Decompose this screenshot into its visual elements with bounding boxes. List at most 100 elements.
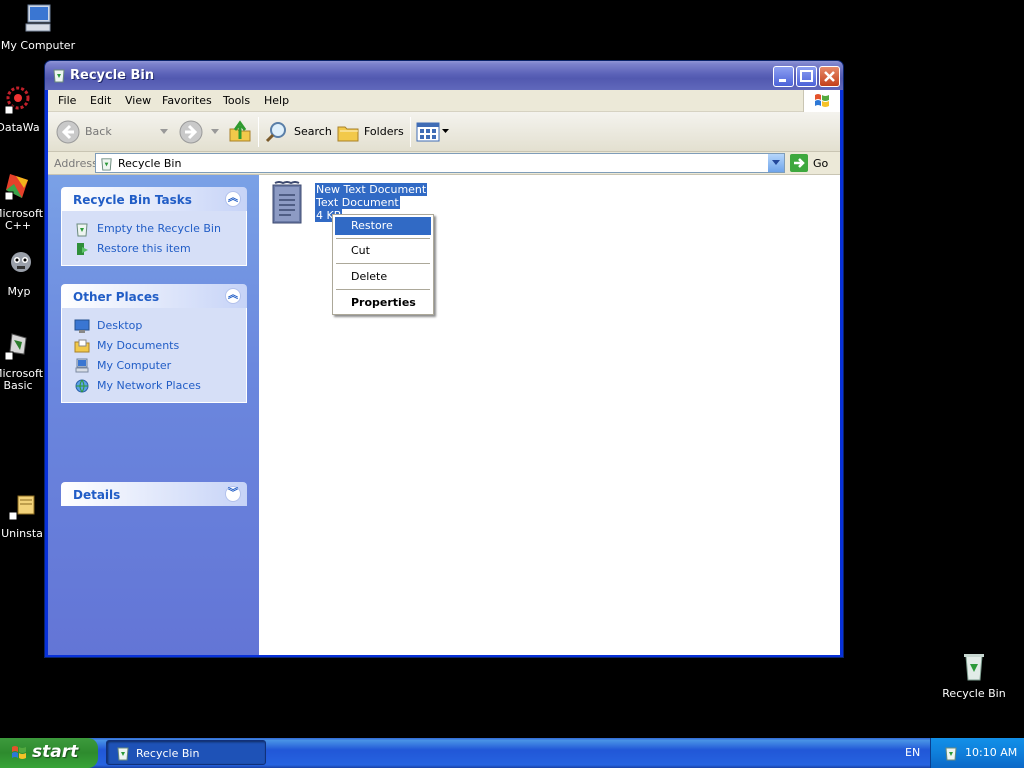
address-input[interactable]: Recycle Bin — [95, 153, 785, 173]
network-places-icon — [75, 379, 89, 393]
go-label: Go — [813, 157, 829, 170]
details-panel: Details ︾ — [61, 482, 247, 506]
panel-title: Recycle Bin Tasks — [73, 193, 192, 207]
forward-dropdown-icon[interactable] — [211, 129, 219, 135]
search-button[interactable]: Search — [264, 120, 332, 144]
language-indicator[interactable]: EN — [905, 746, 920, 759]
my-computer-link[interactable]: My Computer — [62, 356, 246, 376]
text-document-icon — [272, 181, 302, 224]
menu-favorites[interactable]: Favorites — [162, 94, 212, 107]
windows-logo-icon — [815, 94, 829, 107]
desktop-icon-my-computer[interactable]: My Computer — [0, 2, 76, 52]
my-network-places-link[interactable]: My Network Places — [62, 376, 246, 396]
taskbar: start Recycle Bin EN 10:10 AM — [0, 738, 1024, 768]
menu-separator — [336, 263, 430, 264]
context-properties[interactable]: Properties — [335, 294, 431, 312]
recycle-bin-window: Recycle Bin File Edit View Favorites Too… — [44, 60, 844, 658]
task-pane: Recycle Bin Tasks ︽ Empty the Recycle Bi… — [48, 175, 259, 655]
chevron-up-icon[interactable]: ︽ — [225, 288, 241, 304]
menu-file[interactable]: File — [58, 94, 76, 107]
forward-arrow-icon — [179, 120, 203, 144]
context-delete[interactable]: Delete — [335, 268, 431, 286]
folders-label: Folders — [364, 125, 404, 138]
empty-recycle-bin-link[interactable]: Empty the Recycle Bin — [62, 219, 246, 239]
folders-button[interactable]: Folders — [336, 120, 406, 144]
menu-tools[interactable]: Tools — [223, 94, 250, 107]
restore-icon — [77, 243, 88, 255]
my-documents-link[interactable]: My Documents — [62, 336, 246, 356]
minimize-icon — [779, 79, 786, 82]
panel-body: Desktop My Documents My Computer My Netw… — [61, 308, 247, 403]
desktop: My Computer DataWa Microsoft C++ Myp — [0, 0, 1024, 768]
menu-separator — [336, 238, 430, 239]
desktop-icon-visual-cpp[interactable]: Microsoft C++ — [0, 170, 46, 232]
taskbar-item-recycle-bin[interactable]: Recycle Bin — [106, 740, 266, 765]
restore-item-link[interactable]: Restore this item — [62, 239, 246, 259]
panel-header[interactable]: Other Places ︽ — [61, 284, 247, 308]
desktop-icon-label: My Computer — [0, 40, 76, 52]
address-dropdown-button[interactable] — [767, 154, 784, 172]
desktop-link[interactable]: Desktop — [62, 316, 246, 336]
desktop-icon-datawa[interactable]: DataWa — [0, 84, 46, 134]
context-cut[interactable]: Cut — [335, 242, 431, 260]
minimize-button[interactable] — [773, 66, 794, 87]
close-button[interactable] — [819, 66, 840, 87]
taskbar-item-label: Recycle Bin — [136, 747, 200, 760]
forward-button[interactable] — [179, 120, 205, 144]
up-folder-icon — [229, 120, 251, 142]
desktop-icon-visual-basic[interactable]: Microsoft Basic — [0, 330, 46, 392]
maximize-button[interactable] — [796, 66, 817, 87]
recycle-bin-icon — [117, 747, 129, 761]
back-dropdown-icon[interactable] — [160, 129, 168, 135]
windows-logo-box — [803, 90, 840, 112]
windows-logo-icon — [12, 746, 26, 759]
recycle-bin-icon — [53, 69, 65, 83]
chevron-up-icon[interactable]: ︽ — [225, 191, 241, 207]
desktop-icon-label: Uninsta — [1, 528, 43, 540]
chevron-down-icon — [772, 160, 780, 165]
desktop-icon — [74, 319, 90, 333]
panel-header[interactable]: Recycle Bin Tasks ︽ — [61, 187, 247, 211]
link-label: Empty the Recycle Bin — [97, 222, 221, 235]
title-bar[interactable]: Recycle Bin — [45, 61, 843, 90]
recycle-bin-tasks-panel: Recycle Bin Tasks ︽ Empty the Recycle Bi… — [61, 187, 247, 266]
desktop-icon-recycle-bin[interactable]: Recycle Bin — [936, 650, 1012, 700]
link-label: Desktop — [97, 319, 143, 332]
toolbar-separator — [258, 117, 259, 147]
context-restore[interactable]: Restore — [335, 217, 431, 235]
address-bar: Address Recycle Bin Go — [48, 152, 840, 175]
menu-edit[interactable]: Edit — [90, 94, 111, 107]
desktop-icon-label: DataWa — [0, 122, 40, 134]
up-folder-button[interactable] — [228, 120, 254, 144]
myp-icon — [11, 252, 31, 272]
desktop-icon-myp[interactable]: Myp — [0, 248, 42, 298]
desktop-icon-label: Myp — [7, 286, 31, 298]
recycle-bin-tray-icon[interactable] — [943, 745, 959, 761]
panel-title: Details — [73, 488, 121, 502]
empty-recycle-bin-icon — [76, 223, 88, 237]
desktop-icon-label: Microsoft Basic — [0, 368, 44, 392]
search-icon — [265, 122, 286, 143]
link-label: My Network Places — [97, 379, 201, 392]
menu-help[interactable]: Help — [264, 94, 289, 107]
my-documents-icon — [74, 339, 90, 353]
views-button[interactable] — [416, 120, 450, 144]
menu-bar: File Edit View Favorites Tools Help — [48, 90, 840, 112]
chevron-down-icon[interactable]: ︾ — [225, 486, 241, 502]
file-name: New Text Document — [315, 183, 428, 196]
menu-separator — [336, 289, 430, 290]
panel-body: Empty the Recycle Bin Restore this item — [61, 211, 247, 266]
start-button[interactable]: start — [0, 738, 98, 768]
desktop-icon-uninstall[interactable]: Uninsta — [0, 490, 48, 540]
address-label: Address — [54, 157, 98, 170]
go-button[interactable]: Go — [790, 153, 836, 173]
panel-header[interactable]: Details ︾ — [61, 482, 247, 506]
back-button[interactable]: Back — [56, 120, 122, 144]
address-value: Recycle Bin — [118, 157, 182, 170]
menu-view[interactable]: View — [125, 94, 151, 107]
maximize-icon — [800, 70, 813, 82]
visual-cpp-icon — [4, 174, 28, 201]
back-arrow-icon — [56, 120, 80, 144]
folders-icon — [337, 126, 359, 142]
clock: 10:10 AM — [965, 746, 1018, 759]
